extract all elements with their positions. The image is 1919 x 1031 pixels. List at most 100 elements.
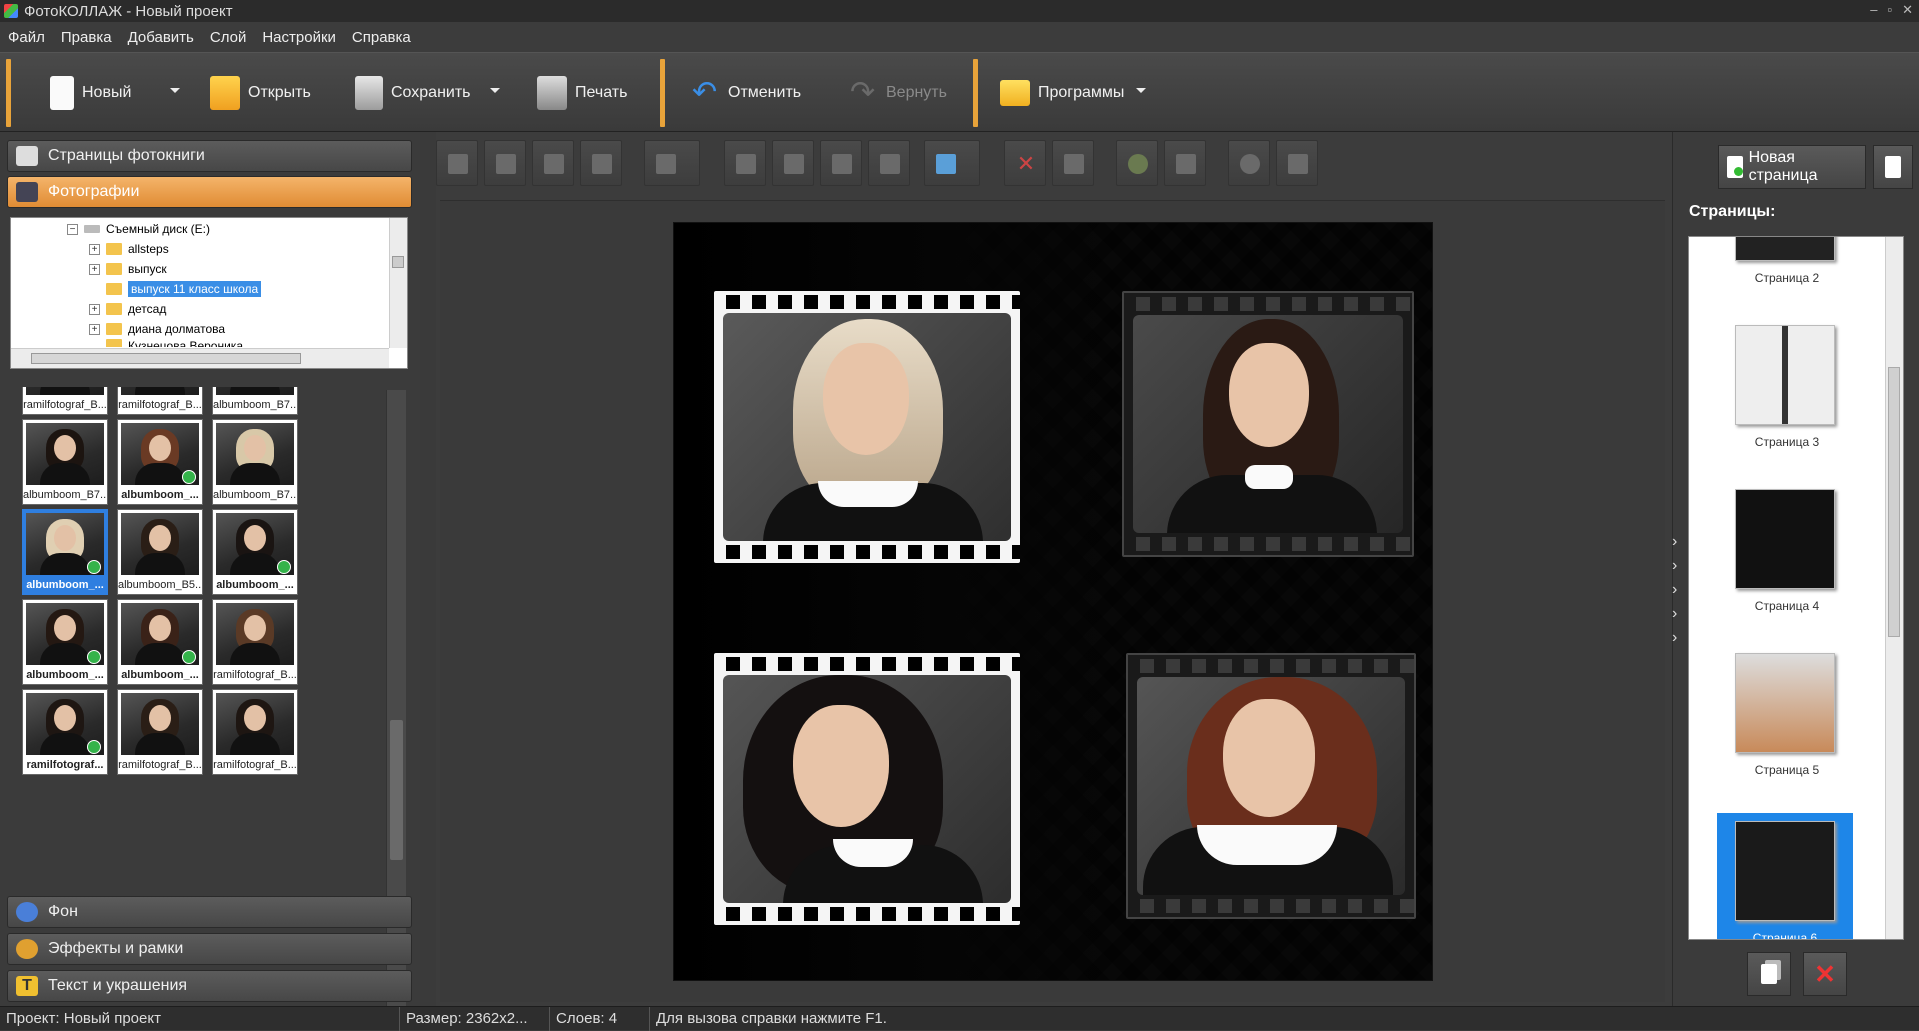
scroll-thumb[interactable]: [31, 353, 301, 364]
photo-frame-3[interactable]: [714, 653, 1020, 925]
send-to-back-button[interactable]: [580, 140, 622, 186]
collage-page[interactable]: [673, 222, 1433, 981]
folder-tree[interactable]: − Съемный диск (E:) + allsteps + выпуск …: [10, 217, 408, 369]
flip-horizontal-button[interactable]: [820, 140, 862, 186]
page-item-4[interactable]: Страница 4: [1689, 489, 1885, 649]
page-settings-button[interactable]: [1873, 145, 1913, 189]
page-list-scrollbar[interactable]: [1885, 237, 1903, 939]
expand-icon[interactable]: +: [89, 243, 100, 255]
photo-2[interactable]: [1133, 315, 1403, 533]
tree-item-folder-selected[interactable]: выпуск 11 класс школа: [89, 280, 262, 298]
programs-button[interactable]: Программы: [1000, 67, 1124, 119]
new-dropdown-icon[interactable]: [170, 88, 180, 93]
menu-layer[interactable]: Слой: [210, 29, 246, 46]
page-item-6[interactable]: Страница 6: [1717, 813, 1853, 939]
bring-to-front-button[interactable]: [436, 140, 478, 186]
menu-add[interactable]: Добавить: [128, 29, 194, 46]
rotate-right-button[interactable]: [772, 140, 814, 186]
photo-frame-2[interactable]: [1122, 291, 1414, 557]
new-button[interactable]: Новый: [50, 67, 131, 119]
scroll-thumb[interactable]: [392, 256, 404, 268]
redo-button[interactable]: ↷ Вернуть: [850, 67, 947, 119]
delete-page-button[interactable]: ✕: [1803, 952, 1847, 996]
send-backward-button[interactable]: [532, 140, 574, 186]
section-text-decorations[interactable]: T Текст и украшения: [7, 970, 412, 1002]
settings-button[interactable]: [1228, 140, 1270, 186]
scroll-thumb[interactable]: [1888, 367, 1900, 637]
save-dropdown-icon[interactable]: [490, 88, 500, 93]
expand-icon[interactable]: +: [89, 263, 100, 275]
panel-collapse-arrows[interactable]: › › › › ›: [1672, 530, 1677, 650]
section-effects-frames[interactable]: Эффекты и рамки: [7, 933, 412, 965]
photo-thumbnail[interactable]: albumboom_B7...: [212, 419, 298, 505]
minimize-icon[interactable]: –: [1870, 2, 1877, 18]
expand-icon[interactable]: +: [89, 323, 100, 335]
photo-frame-1[interactable]: [714, 291, 1020, 563]
page-item-2[interactable]: Страница 2: [1689, 237, 1885, 321]
photo-thumbnail[interactable]: ramilfotograf...: [22, 689, 108, 775]
new-page-button[interactable]: Новая страница: [1718, 145, 1866, 189]
section-background[interactable]: Фон: [7, 896, 412, 928]
tree-item-drive[interactable]: − Съемный диск (E:): [67, 220, 210, 238]
photo-thumbnail[interactable]: ramilfotograf_B...: [212, 599, 298, 685]
open-button[interactable]: Открыть: [210, 67, 311, 119]
photo-thumbnail[interactable]: albumboom_B5...: [117, 509, 203, 595]
tree-item-folder[interactable]: + детсад: [89, 300, 166, 318]
photo-thumbnail[interactable]: albumboom_B7...: [22, 419, 108, 505]
bring-forward-button[interactable]: [484, 140, 526, 186]
print-button[interactable]: Печать: [537, 67, 627, 119]
photo-thumbnail[interactable]: albumboom_...: [117, 419, 203, 505]
photo-thumbnail[interactable]: ramilfotograf_B...: [22, 387, 108, 415]
photo-thumbnail[interactable]: ramilfotograf_B...: [117, 689, 203, 775]
photo-3[interactable]: [723, 675, 1011, 903]
page-list[interactable]: Страница 2 Страница 3 Страница 4 Страниц…: [1688, 236, 1904, 940]
scroll-thumb[interactable]: [390, 720, 403, 860]
photo-frame-4[interactable]: [1126, 653, 1416, 919]
maximize-icon[interactable]: ▫: [1887, 2, 1892, 18]
menu-settings[interactable]: Настройки: [262, 29, 336, 46]
photo-thumbnail[interactable]: albumboom_...: [22, 599, 108, 685]
title-bar: ФотоКОЛЛАЖ - Новый проект – ▫ ✕: [0, 0, 1919, 22]
programs-dropdown-icon[interactable]: [1136, 88, 1146, 93]
photo-4[interactable]: [1137, 677, 1405, 895]
photo-thumbnail[interactable]: albumboom_...: [22, 509, 108, 595]
page-item-5[interactable]: Страница 5: [1689, 653, 1885, 813]
align-button[interactable]: [644, 140, 700, 186]
collapse-icon[interactable]: −: [67, 223, 78, 235]
tree-horizontal-scrollbar[interactable]: [11, 348, 389, 368]
menu-file[interactable]: Файл: [8, 29, 45, 46]
tree-item-folder[interactable]: Кузнецова Вероника: [89, 339, 243, 347]
tree-item-folder[interactable]: + диана долматова: [89, 320, 225, 338]
delete-button[interactable]: ✕: [1004, 140, 1046, 186]
effects-button[interactable]: [1116, 140, 1158, 186]
photo-1[interactable]: [723, 313, 1011, 541]
save-button[interactable]: Сохранить: [355, 67, 471, 119]
section-photos[interactable]: Фотографии: [7, 176, 412, 208]
photo-thumbnail[interactable]: ramilfotograf_B...: [117, 387, 203, 415]
photo-thumbnail[interactable]: albumboom_...: [212, 509, 298, 595]
status-project: Проект: Новый проект: [0, 1006, 400, 1031]
page-item-3[interactable]: Страница 3: [1689, 325, 1885, 485]
tree-item-folder[interactable]: + allsteps: [89, 240, 169, 258]
expand-icon[interactable]: +: [89, 303, 100, 315]
fit-image-button[interactable]: [924, 140, 980, 186]
menu-help[interactable]: Справка: [352, 29, 411, 46]
flip-vertical-button[interactable]: [868, 140, 910, 186]
undo-button[interactable]: ↶ Отменить: [692, 67, 801, 119]
correct-button[interactable]: [1164, 140, 1206, 186]
duplicate-page-button[interactable]: [1747, 952, 1791, 996]
rotate-left-button[interactable]: [724, 140, 766, 186]
photo-thumbnail[interactable]: ramilfotograf_B...: [212, 689, 298, 775]
section-photos-label: Фотографии: [48, 183, 140, 200]
menu-edit[interactable]: Правка: [61, 29, 112, 46]
photo-thumbnail[interactable]: albumboom_B7...: [212, 387, 298, 415]
tree-vertical-scrollbar[interactable]: [389, 218, 407, 348]
rotate-right-icon: [784, 154, 804, 174]
section-photobook-pages[interactable]: Страницы фотокниги: [7, 140, 412, 172]
used-check-icon: [87, 560, 101, 574]
photo-thumbnail[interactable]: albumboom_...: [117, 599, 203, 685]
crop-button[interactable]: [1052, 140, 1094, 186]
close-icon[interactable]: ✕: [1902, 2, 1913, 18]
lock-button[interactable]: [1276, 140, 1318, 186]
tree-item-folder[interactable]: + выпуск: [89, 260, 167, 278]
